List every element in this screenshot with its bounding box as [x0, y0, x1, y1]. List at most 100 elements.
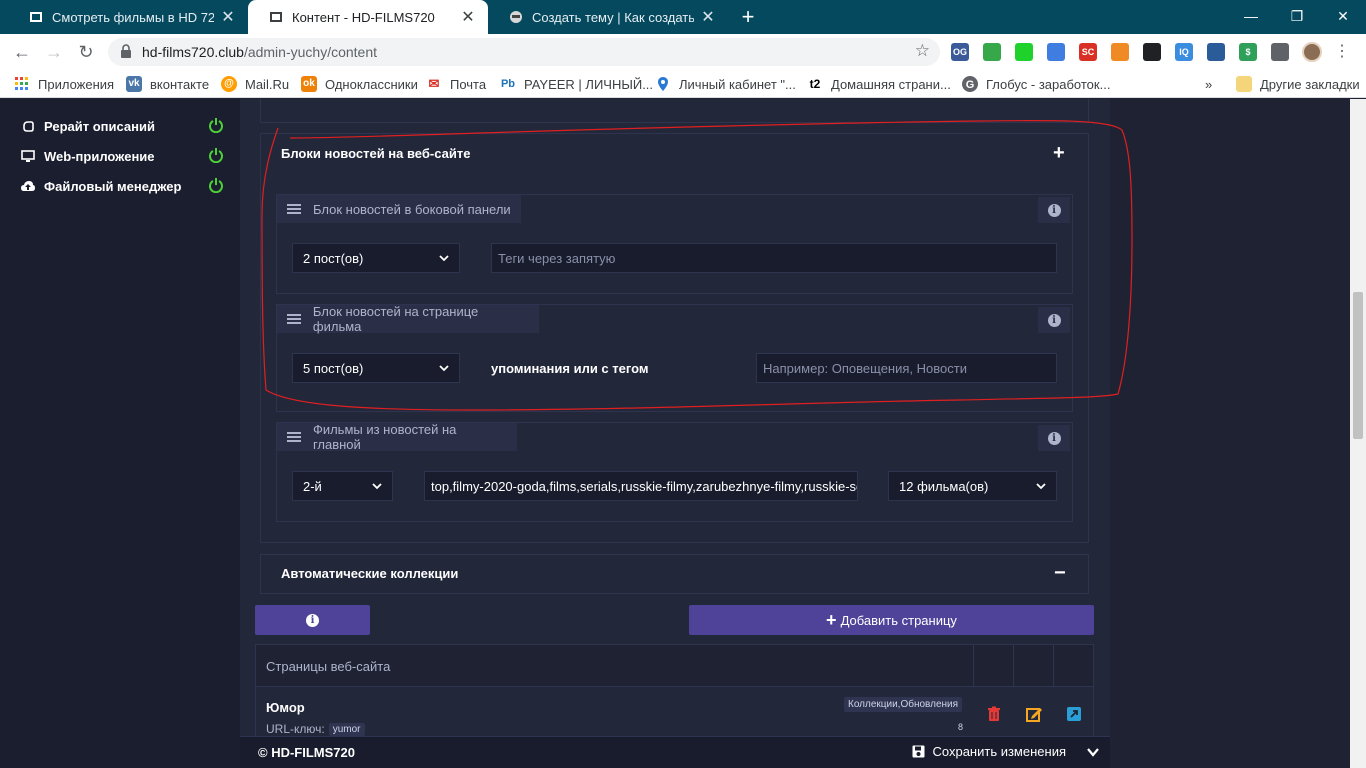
info-button[interactable]: i	[1038, 307, 1070, 333]
cloud-upload-icon	[20, 178, 36, 194]
home-position-select[interactable]: 2-й	[292, 471, 393, 501]
chevron-down-icon	[1036, 483, 1046, 490]
bookmark-tele2[interactable]: t2 Домашняя страни...	[807, 75, 951, 93]
power-on-icon[interactable]	[208, 177, 226, 195]
payeer-icon: Pb	[500, 76, 516, 92]
bookmark-globus[interactable]: G Глобус - заработок...	[962, 75, 1110, 93]
forward-arrow-icon[interactable]: →	[42, 40, 66, 64]
tab-title: Контент - HD-FILMS720	[292, 9, 435, 25]
page-tags-badge: Коллекции,Обновления	[844, 697, 963, 712]
restore-window-button[interactable]: ❐	[1274, 0, 1320, 32]
og-extension-icon[interactable]: OG	[951, 43, 969, 61]
bookmark-vkontakte[interactable]: vk вконтакте	[126, 75, 209, 93]
svg-text:G: G	[966, 79, 975, 91]
mask-extension-icon[interactable]	[1143, 43, 1161, 61]
close-tab-icon[interactable]: ✕	[220, 7, 236, 27]
bookmark-payeer[interactable]: Pb PAYEER | ЛИЧНЫЙ...	[500, 75, 653, 93]
block-header[interactable]: Блок новостей в боковой панели	[277, 195, 521, 223]
sidebar-item-file-manager[interactable]: Файловый менеджер	[20, 175, 230, 197]
chevron-down-icon	[439, 255, 449, 262]
browser-tab[interactable]: Создать тему | Как создать авто ✕	[488, 0, 728, 34]
block-title: Фильмы из новостей на главной	[312, 422, 457, 452]
sidebar-item-web-app[interactable]: Web-приложение	[20, 145, 230, 167]
tab-title: Смотреть фильмы в HD 720 1080	[52, 9, 214, 25]
green-q-extension-icon[interactable]	[983, 43, 1001, 61]
film-page-tags-input[interactable]: Например: Оповещения, Новости	[756, 353, 1057, 383]
dollar-extension-icon[interactable]: $	[1239, 43, 1257, 61]
browser-tab[interactable]: Смотреть фильмы в HD 720 1080 ✕	[8, 0, 248, 34]
bookmark-pochta[interactable]: ✉ Почта	[426, 75, 486, 93]
table-header-cell	[1054, 645, 1094, 687]
sc-extension-icon[interactable]: SC	[1079, 43, 1097, 61]
odnoklassniki-icon: ok	[301, 76, 317, 92]
menu-kebab-icon[interactable]: ⋮	[1334, 43, 1350, 61]
bookmark-lichny-kabinet[interactable]: Личный кабинет "...	[655, 75, 796, 93]
film-page-posts-select[interactable]: 5 пост(ов)	[292, 353, 460, 383]
collapse-minus-icon[interactable]: −	[1054, 563, 1066, 583]
bookmark-label: Одноклассники	[325, 76, 418, 92]
block-title: Блок новостей в боковой панели	[313, 201, 511, 217]
tele2-icon: t2	[807, 76, 823, 92]
home-films-count-select[interactable]: 12 фильма(ов)	[888, 471, 1057, 501]
previous-card	[260, 99, 1089, 123]
sidebar-tags-input[interactable]: Теги через запятую	[491, 243, 1057, 273]
rss-extension-icon[interactable]	[1111, 43, 1129, 61]
translate-extension-icon[interactable]	[1047, 43, 1065, 61]
info-button[interactable]: i	[1038, 197, 1070, 223]
info-icon: i	[1047, 431, 1061, 445]
reload-icon[interactable]: ↻	[74, 40, 98, 64]
admin-sidebar: Рерайт описаний Web-приложение Файловый …	[0, 99, 240, 768]
edit-icon[interactable]	[1025, 705, 1043, 723]
info-button[interactable]: i	[1038, 425, 1070, 451]
block-header[interactable]: Фильмы из новостей на главной	[277, 422, 517, 452]
chevron-down-icon	[439, 365, 449, 372]
scrollbar-thumb[interactable]	[1353, 292, 1363, 439]
drag-handle-icon[interactable]	[287, 312, 301, 326]
puzzle-extensions-icon[interactable]	[1271, 43, 1289, 61]
add-page-label: Добавить страницу	[840, 612, 957, 628]
power-on-icon[interactable]	[208, 117, 226, 135]
monitor-icon	[20, 148, 36, 164]
drag-handle-icon[interactable]	[287, 430, 301, 444]
save-changes-button[interactable]: Сохранить изменения	[912, 744, 1066, 759]
home-categories-input[interactable]: top,filmy-2020-goda,films,serials,russki…	[424, 471, 858, 501]
close-tab-icon[interactable]: ✕	[700, 7, 716, 27]
sidebar-posts-select[interactable]: 2 пост(ов)	[292, 243, 460, 273]
info-icon: i	[1047, 313, 1061, 327]
bookmark-mailru[interactable]: @ Mail.Ru	[221, 75, 289, 93]
pages-table: Страницы веб-сайта Юмор URL-ключ: yumor …	[255, 644, 1094, 744]
sidebar-item-rewrite[interactable]: Рерайт описаний	[20, 115, 230, 137]
add-page-button[interactable]: + Добавить страницу	[689, 605, 1094, 635]
film-favicon-icon	[28, 9, 44, 25]
chevron-down-icon[interactable]	[1086, 745, 1100, 759]
back-arrow-icon[interactable]: ←	[10, 40, 34, 64]
external-link-icon[interactable]	[1065, 705, 1083, 723]
iq-extension-icon[interactable]: IQ	[1175, 43, 1193, 61]
power-on-icon[interactable]	[208, 147, 226, 165]
bookmark-other-folder[interactable]: Другие закладки	[1236, 75, 1360, 93]
browser-tab-active[interactable]: Контент - HD-FILMS720 ✕	[248, 0, 488, 34]
trash-icon[interactable]	[985, 705, 1003, 723]
vpn-extension-icon[interactable]	[1207, 43, 1225, 61]
bookmarks-more-button[interactable]: »	[1205, 75, 1212, 93]
block-header[interactable]: Блок новостей на странице фильма	[277, 304, 539, 334]
browser-tab-strip: Смотреть фильмы в HD 720 1080 ✕ Контент …	[0, 0, 1366, 34]
new-tab-button[interactable]: +	[736, 4, 760, 30]
green-dot-extension-icon[interactable]	[1015, 43, 1033, 61]
bookmark-apps[interactable]: Приложения	[14, 75, 114, 93]
bookmark-odnoklassniki[interactable]: ok Одноклассники	[301, 75, 418, 93]
bookmark-label: Глобус - заработок...	[986, 76, 1111, 92]
page-scrollbar[interactable]	[1350, 99, 1366, 768]
minimize-window-button[interactable]: —	[1228, 0, 1274, 32]
table-header-cell	[1014, 645, 1054, 687]
bookmark-star-icon[interactable]: ☆	[915, 41, 930, 61]
address-bar[interactable]: hd-films720.club/admin-yuchy/content ☆	[108, 38, 940, 66]
drag-handle-icon[interactable]	[287, 202, 301, 216]
info-page-button[interactable]: i	[255, 605, 370, 635]
profile-avatar[interactable]	[1302, 42, 1322, 62]
expand-plus-icon[interactable]: +	[1053, 143, 1065, 163]
vk-icon: vk	[126, 76, 142, 92]
tab-title: Создать тему | Как создать авто	[532, 9, 694, 25]
close-tab-icon[interactable]: ✕	[460, 7, 476, 27]
close-window-button[interactable]: ✕	[1320, 0, 1366, 32]
